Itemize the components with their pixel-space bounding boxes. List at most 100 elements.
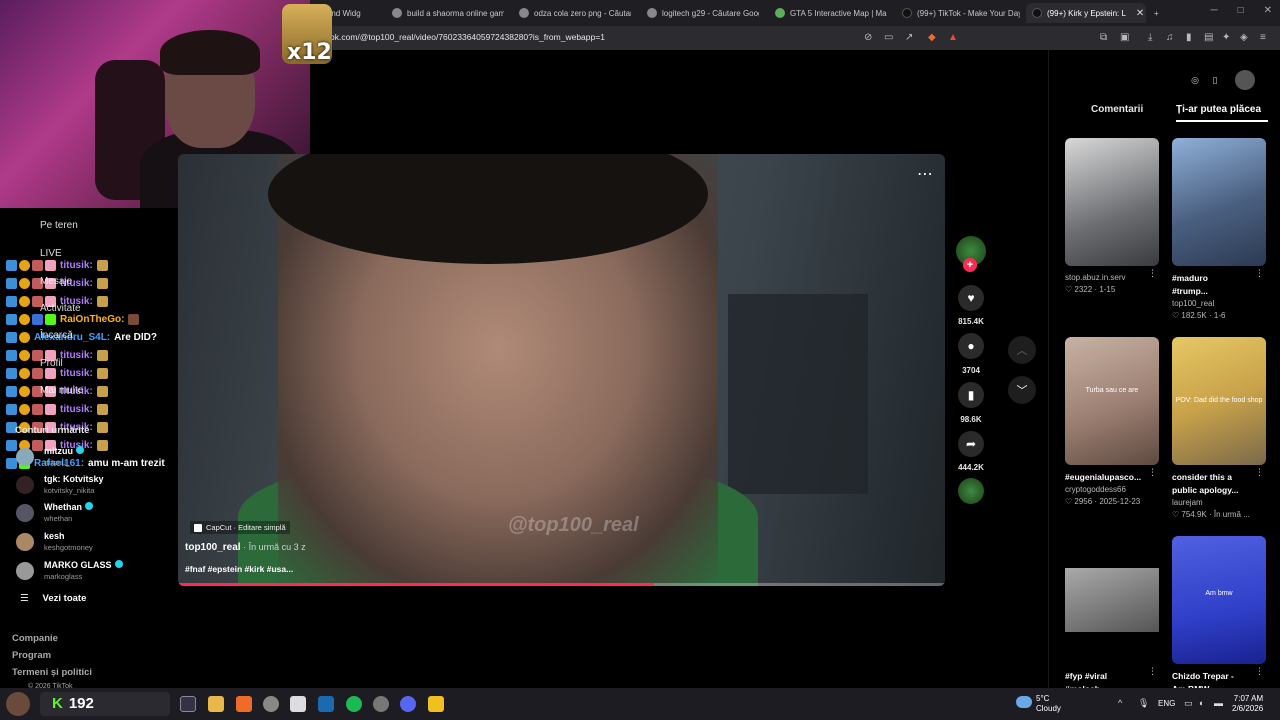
minimize-icon[interactable]: ─	[1210, 5, 1217, 16]
battery-icon[interactable]: ▬	[1214, 698, 1223, 708]
nav-item-more[interactable]: Mai multe	[40, 385, 83, 396]
brave-shield-icon[interactable]: ◆	[928, 32, 936, 43]
browser-tab[interactable]: build a shaorma online game	[392, 3, 504, 23]
no-tracking-icon[interactable]: ⊘	[864, 32, 872, 43]
more-options-icon[interactable]: ⋯	[917, 164, 933, 184]
settings-icon[interactable]	[263, 696, 279, 712]
download-icon[interactable]: ⤓	[1148, 32, 1152, 43]
like-button[interactable]: ♥	[958, 285, 984, 311]
avatar[interactable]	[1235, 70, 1255, 90]
sidebar-icon[interactable]: ▣	[1120, 32, 1129, 43]
nav-item-profile[interactable]: Profil	[40, 358, 63, 369]
badge-icon	[19, 259, 30, 271]
heart-icon: ♥	[967, 291, 975, 305]
recommended-video-card[interactable]: Am bmw Chizdo Trepar - ⋮ Am BMW	[1172, 536, 1266, 696]
following-account[interactable]: MARKO GLASS markoglass	[16, 560, 176, 586]
sound-disc-icon[interactable]	[958, 478, 984, 504]
browser-tab[interactable]: odza cola zero png - Căutare	[519, 3, 631, 23]
capcut-badge[interactable]: CapCut · Editare simplă	[190, 521, 290, 534]
nav-item-explore[interactable]: Pe teren	[40, 220, 78, 231]
rockstar-icon[interactable]	[428, 696, 444, 712]
footer-link-terms[interactable]: Termeni și politici	[12, 667, 92, 678]
clock[interactable]: 7:07 AM 2/6/2026	[1232, 694, 1263, 714]
video-player[interactable]: ⋯ @top100_real CapCut · Editare simplă t…	[178, 154, 945, 586]
browser-tab[interactable]: logitech g29 - Căutare Goog	[647, 3, 759, 23]
close-icon[interactable]: ✕	[1264, 5, 1272, 16]
network-icon[interactable]: ▭	[1184, 698, 1193, 709]
save-button[interactable]: ▮	[958, 382, 984, 408]
weather-temp: 5°C	[1036, 694, 1050, 703]
browser-tab[interactable]: GTA 5 Interactive Map | Map	[775, 3, 887, 23]
share-button[interactable]: ➦	[958, 431, 984, 457]
new-tab-button[interactable]: +	[1154, 3, 1166, 23]
more-icon[interactable]: ⋮	[1148, 666, 1157, 677]
browser-tab-active[interactable]: (99+) Kirk y Epstein: L ✕	[1026, 3, 1146, 23]
volume-icon[interactable]: ◖	[1198, 698, 1203, 708]
extensions-icon[interactable]: ⧉	[1100, 32, 1107, 43]
menu-icon[interactable]: ≡	[1260, 32, 1266, 43]
recommended-video-card[interactable]: #maduro ⋮ #trump... top100_real ♡ 182.5K…	[1172, 138, 1266, 322]
nav-item-activity[interactable]: Activitate	[40, 303, 81, 314]
recommended-video-card[interactable]: #fyp #viral ⋮ #moloch	[1065, 536, 1159, 696]
account-handle: keshgotmoney	[44, 543, 93, 552]
footer-link-company[interactable]: Companie	[12, 633, 58, 644]
cast-icon[interactable]: ▭	[884, 32, 893, 43]
following-account[interactable]: kesh keshgotmoney	[16, 531, 176, 557]
footer-link-program[interactable]: Program	[12, 650, 51, 661]
phone-icon[interactable]: ▯	[1205, 70, 1225, 90]
spotify-icon[interactable]	[346, 696, 362, 712]
discord-icon[interactable]	[400, 696, 416, 712]
badge-icon	[6, 349, 17, 361]
microphone-icon[interactable]: 🎙	[1138, 698, 1149, 709]
more-icon[interactable]: ⋮	[1255, 666, 1264, 677]
brave-browser-icon[interactable]	[236, 696, 252, 712]
verified-icon	[114, 560, 123, 568]
ai-icon[interactable]: ✦	[1222, 32, 1230, 43]
music-icon[interactable]: ♫	[1166, 32, 1174, 43]
vpn-icon[interactable]: ◈	[1240, 32, 1248, 43]
more-icon[interactable]: ⋮	[1255, 268, 1264, 279]
following-account[interactable]: mitzuu mitzuu_	[16, 446, 176, 472]
task-view-icon[interactable]	[180, 696, 196, 712]
compass-icon[interactable]: ◎	[1185, 70, 1205, 90]
weather-widget[interactable]: 5°C Cloudy	[1036, 694, 1061, 714]
more-icon[interactable]: ⋮	[1148, 467, 1157, 478]
share-icon[interactable]: ↗	[905, 32, 913, 43]
browser-tab[interactable]: (99+) TikTok - Make Your Day	[902, 3, 1020, 23]
nav-item-messages[interactable]: Mesaje	[40, 276, 72, 287]
nav-item-live[interactable]: LIVE	[40, 248, 62, 259]
obs-icon[interactable]	[373, 696, 389, 712]
cloud-icon	[1016, 696, 1032, 708]
avatar	[6, 692, 30, 716]
url-text[interactable]: ok.com/@top100_real/video/76023364059724…	[330, 32, 605, 42]
nav-item-upload[interactable]: Încarcă	[40, 330, 73, 341]
brave-rewards-icon[interactable]: ▲	[948, 32, 958, 43]
recommended-video-card[interactable]: Turba sau ce are #eugenialupasco... ⋮ cr…	[1065, 337, 1159, 508]
wallet-icon[interactable]: ▤	[1204, 32, 1213, 43]
tiktok-icon	[902, 8, 912, 18]
store-icon[interactable]	[290, 696, 306, 712]
panel-icon[interactable]: ▮	[1186, 32, 1192, 43]
language-indicator[interactable]: ENG	[1158, 699, 1175, 708]
file-explorer-icon[interactable]	[208, 696, 224, 712]
following-account[interactable]: Whethan whethan	[16, 502, 176, 528]
close-icon[interactable]: ✕	[1136, 8, 1144, 19]
more-icon[interactable]: ⋮	[1148, 268, 1157, 279]
video-hashtags[interactable]: #fnaf #epstein #kirk #usa...	[185, 564, 293, 574]
more-icon[interactable]: ⋮	[1255, 467, 1264, 478]
steam-icon[interactable]	[318, 696, 334, 712]
recommended-video-card[interactable]: POV: Dad did the food shop consider this…	[1172, 337, 1266, 521]
comment-button[interactable]: ●	[958, 333, 984, 359]
chevron-up-icon[interactable]: ^	[1118, 698, 1122, 708]
following-account[interactable]: tgk: Kotvitsky kotvitsky_nikita	[16, 474, 176, 500]
next-video-button[interactable]: ﹀	[1008, 376, 1036, 404]
previous-video-button[interactable]: ︿	[1008, 336, 1036, 364]
video-author[interactable]: top100_real · În urmă cu 3 z	[185, 542, 306, 553]
see-all-button[interactable]: ☰ Vezi toate	[20, 593, 86, 604]
video-progress-bar[interactable]	[178, 583, 945, 586]
recommended-video-card[interactable]: ⋮ stop.abuz.in.serv ♡ 2322 · 1-15	[1065, 138, 1159, 296]
tab-you-may-like[interactable]: Ți-ar putea plăcea	[1176, 104, 1261, 115]
tab-comments[interactable]: Comentarii	[1091, 104, 1143, 115]
maximize-icon[interactable]: □	[1238, 5, 1244, 16]
follow-plus-icon[interactable]: +	[963, 258, 977, 272]
